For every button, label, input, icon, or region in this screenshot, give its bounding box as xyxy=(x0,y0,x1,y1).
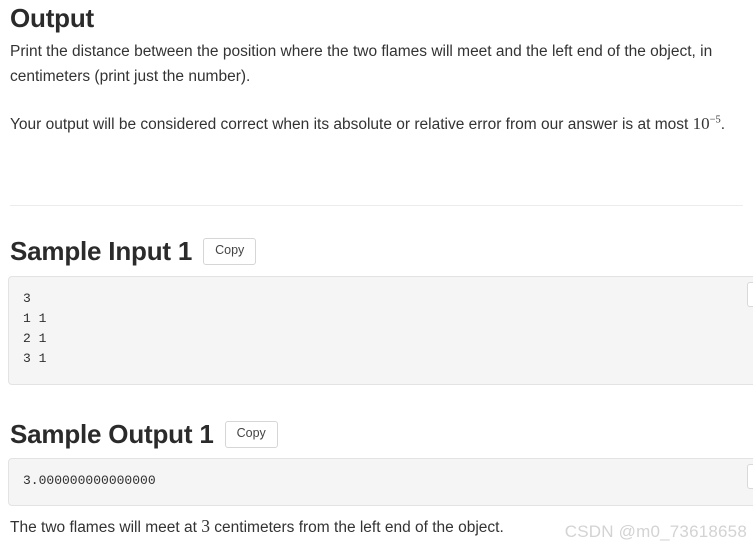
sample-input-inline-copy-button[interactable]: Copy xyxy=(746,282,753,307)
sample-output-heading: Sample Output 1 xyxy=(10,419,214,449)
sample-output-heading-row: Sample Output 1 Copy xyxy=(10,419,278,450)
output-description-paragraph: Print the distance between the position … xyxy=(10,43,713,86)
precision-text-prefix: Your output will be considered correct w… xyxy=(10,116,693,133)
problem-statement-page: Output Print the distance between the po… xyxy=(0,0,753,550)
sample-output-copy-button[interactable]: Copy xyxy=(224,421,278,448)
math-exponent: −5 xyxy=(709,114,721,126)
sample-input-code[interactable]: 3 1 1 2 1 3 1 xyxy=(8,276,753,385)
sample-explanation-paragraph: The two flames will meet at 3 centimeter… xyxy=(10,512,750,540)
explanation-value: 3 xyxy=(201,516,210,536)
explanation-prefix: The two flames will meet at xyxy=(10,519,202,536)
precision-text-suffix: . xyxy=(720,116,726,133)
precision-math-expression: 10−5 xyxy=(693,114,721,133)
sample-input-copy-button[interactable]: Copy xyxy=(203,238,257,265)
sample-input-heading: Sample Input 1 xyxy=(10,236,193,266)
output-section-heading: Output xyxy=(10,3,94,33)
explanation-suffix: centimeters from the left end of the obj… xyxy=(209,519,504,536)
output-precision-paragraph: Your output will be considered correct w… xyxy=(10,110,750,138)
math-base: 10 xyxy=(692,114,710,133)
sample-output-code-container: 3.000000000000000 Copy xyxy=(8,458,753,507)
sample-input-code-container: 3 1 1 2 1 3 1 Copy xyxy=(8,276,753,385)
sample-output-inline-copy-button[interactable]: Copy xyxy=(746,464,753,489)
section-divider xyxy=(10,205,743,206)
sample-input-heading-row: Sample Input 1 Copy xyxy=(10,236,257,267)
sample-output-code[interactable]: 3.000000000000000 xyxy=(8,458,753,507)
